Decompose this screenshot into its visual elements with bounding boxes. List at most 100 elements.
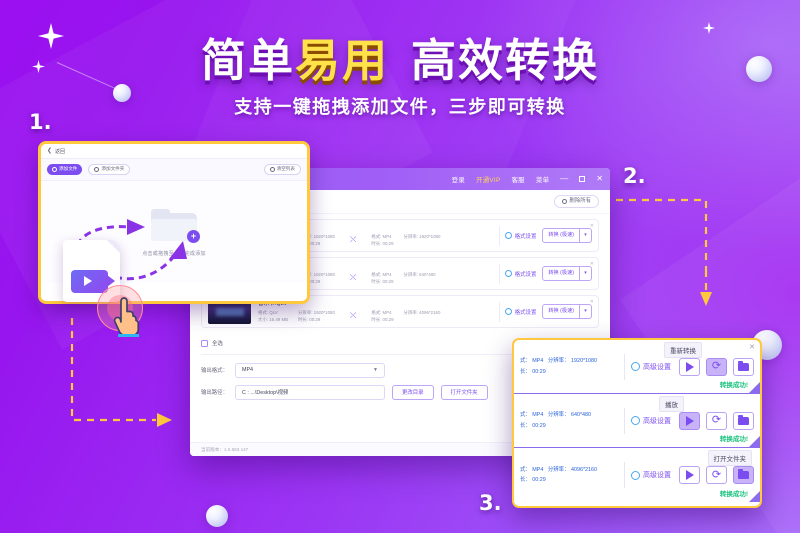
conversion-results-window[interactable]: ✕ 式： MP4 分辨率： 1920*1080 长： 00:29 高级设置 ⟳ … bbox=[512, 338, 762, 508]
shuffle-icon[interactable]: ⤬ bbox=[345, 234, 361, 248]
dst-duration: 时长: 00:29 bbox=[371, 317, 394, 322]
format-settings-label: 格式设置 bbox=[514, 271, 537, 278]
src-duration: 时长: 00:29 bbox=[298, 317, 321, 322]
output-path-value: C : ...\Desktop\视频 bbox=[241, 390, 289, 397]
format-label: 式： bbox=[520, 358, 531, 365]
shuffle-icon[interactable]: ⤬ bbox=[345, 272, 361, 286]
vip-link[interactable]: 开通VIP bbox=[476, 174, 500, 184]
open-folder-button[interactable]: 打开文件夹 bbox=[440, 384, 488, 400]
remove-file-icon[interactable]: ✕ bbox=[590, 223, 594, 229]
window1-titlebar: ❮ 返回 bbox=[41, 144, 307, 159]
play-button[interactable] bbox=[679, 466, 700, 484]
folder-icon bbox=[738, 360, 749, 371]
result-meta: 式： MP4 分辨率： 1920*1080 长： 00:29 bbox=[514, 356, 618, 377]
minimize-icon[interactable]: — bbox=[560, 175, 568, 183]
add-file-button[interactable]: 添加文件 bbox=[47, 164, 83, 175]
dst-format: 格式: MP4 bbox=[371, 272, 392, 278]
result-row[interactable]: 式： MP4 分辨率： 1920*1080 长： 00:29 高级设置 ⟳ 重新… bbox=[514, 340, 760, 394]
login-link[interactable]: 登录 bbox=[452, 174, 465, 184]
divider bbox=[624, 407, 625, 434]
output-path-label: 输出路径： bbox=[201, 390, 228, 397]
file-meta: 格式: QLV 大小: 16.49 MB 分辨率: 1920*1080 时长: 00… bbox=[258, 310, 494, 324]
gear-icon bbox=[505, 270, 513, 277]
result-actions: ⟳ bbox=[679, 357, 754, 376]
advanced-settings-button[interactable]: 高级设置 bbox=[631, 362, 671, 372]
convert-label: 转换 (极速) bbox=[548, 270, 574, 276]
delete-all-button[interactable]: 删除所有 bbox=[553, 195, 599, 208]
chevron-down-icon[interactable]: ▾ bbox=[579, 305, 591, 318]
clear-list-label: 清空列表 bbox=[276, 166, 295, 172]
open-folder-button[interactable] bbox=[733, 411, 754, 430]
play-button[interactable] bbox=[679, 357, 700, 376]
gear-icon bbox=[631, 470, 640, 480]
dst-resolution: 分辨率: 1920*1080 bbox=[403, 234, 441, 240]
dst-duration: 时长: 00:29 bbox=[371, 241, 394, 246]
refresh-icon: ⟳ bbox=[711, 468, 722, 481]
open-folder-button[interactable] bbox=[733, 357, 754, 376]
advanced-settings-button[interactable]: 高级设置 bbox=[631, 416, 671, 426]
trash-icon bbox=[561, 199, 567, 204]
corner-marker bbox=[749, 436, 760, 447]
select-all-checkbox[interactable] bbox=[201, 339, 208, 347]
reconvert-button[interactable]: ⟳ bbox=[706, 357, 727, 376]
output-format-select[interactable]: MP4 ▼ bbox=[234, 362, 385, 378]
output-path-input[interactable]: C : ...\Desktop\视频 bbox=[234, 384, 385, 400]
chevron-down-icon[interactable]: ▾ bbox=[579, 229, 591, 242]
status-badge: 转换成功! bbox=[719, 491, 748, 498]
chevron-down-icon[interactable]: ▾ bbox=[579, 267, 591, 280]
result-row[interactable]: 式： MP4 分辨率： 640*480 长： 00:29 高级设置 ⟳ 播放 转… bbox=[514, 394, 760, 448]
add-folder-button[interactable]: 添加文件夹 bbox=[88, 164, 131, 175]
reconvert-button[interactable]: ⟳ bbox=[706, 466, 727, 484]
status-badge: 转换成功! bbox=[719, 436, 748, 443]
headline-part-3: 高效转换 bbox=[411, 34, 600, 87]
convert-button[interactable]: 转换 (极速) ▾ bbox=[542, 228, 592, 243]
close-icon[interactable]: ✕ bbox=[749, 343, 755, 351]
convert-button[interactable]: 转换 (极速) ▾ bbox=[542, 304, 592, 319]
play-icon bbox=[685, 361, 694, 372]
gear-icon bbox=[505, 232, 513, 239]
duration-label: 长： bbox=[520, 368, 531, 375]
open-folder-button[interactable] bbox=[733, 466, 754, 484]
folder-add-icon: + bbox=[151, 207, 200, 243]
format-settings-button[interactable]: 格式设置 bbox=[505, 232, 536, 240]
back-label[interactable]: 返回 bbox=[55, 148, 65, 155]
remove-file-icon[interactable]: ✕ bbox=[590, 261, 594, 267]
play-button[interactable] bbox=[679, 411, 700, 430]
dst-resolution: 分辨率: 4096*2160 bbox=[403, 310, 441, 316]
result-actions: ⟳ bbox=[679, 466, 754, 484]
format-settings-button[interactable]: 格式设置 bbox=[505, 270, 536, 278]
clear-list-button[interactable]: 清空列表 bbox=[263, 164, 301, 175]
back-icon[interactable]: ❮ bbox=[47, 148, 52, 154]
tooltip: 播放 bbox=[659, 396, 684, 412]
divider bbox=[624, 462, 625, 488]
folder-icon bbox=[738, 469, 749, 479]
add-file-label: 添加文件 bbox=[59, 166, 78, 172]
corner-marker bbox=[749, 382, 760, 393]
convert-label: 转换 (极速) bbox=[548, 232, 574, 238]
shuffle-icon[interactable]: ⤬ bbox=[345, 310, 361, 324]
resolution-label: 分辨率： bbox=[547, 358, 570, 365]
step-number-1: 1. bbox=[29, 110, 52, 134]
advanced-settings-button[interactable]: 高级设置 bbox=[631, 470, 671, 480]
maximize-icon[interactable] bbox=[579, 176, 586, 182]
divider bbox=[624, 353, 625, 380]
reconvert-button[interactable]: ⟳ bbox=[706, 411, 727, 430]
close-icon[interactable]: ✕ bbox=[596, 175, 603, 183]
gear-icon bbox=[505, 308, 513, 315]
video-file-icon bbox=[71, 270, 115, 293]
src-resolution: 分辨率: 1920*1080 bbox=[298, 310, 335, 316]
menu-link[interactable]: 菜单 bbox=[536, 174, 549, 184]
support-link[interactable]: 客服 bbox=[511, 174, 524, 184]
format-settings-button[interactable]: 格式设置 bbox=[505, 308, 536, 316]
change-directory-button[interactable]: 更改目录 bbox=[391, 384, 434, 400]
advanced-settings-label: 高级设置 bbox=[643, 472, 671, 479]
delete-all-label: 删除所有 bbox=[569, 197, 591, 204]
remove-file-icon[interactable]: ✕ bbox=[590, 299, 594, 305]
add-folder-label: 添加文件夹 bbox=[101, 166, 125, 172]
output-format-label: 输出格式： bbox=[201, 368, 228, 375]
src-format: 格式: QLV bbox=[258, 310, 278, 316]
convert-button[interactable]: 转换 (极速) ▾ bbox=[542, 266, 592, 281]
format-value: MP4 bbox=[532, 358, 544, 365]
result-row[interactable]: 式： MP4 分辨率： 4096*2160 长： 00:29 高级设置 ⟳ 打开… bbox=[514, 448, 760, 502]
divider bbox=[499, 263, 501, 284]
